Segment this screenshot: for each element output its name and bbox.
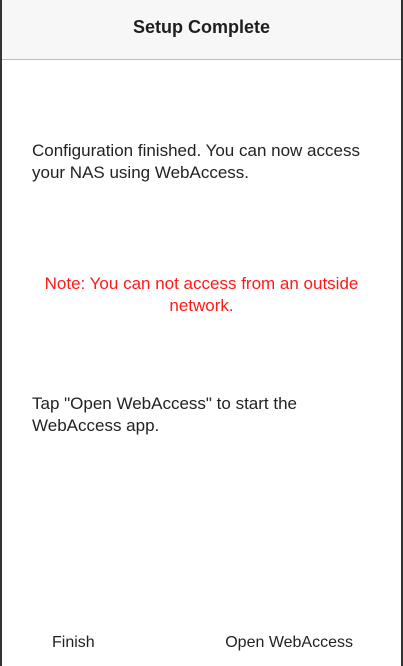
content-area: Configuration finished. You can now acce… <box>2 60 401 616</box>
open-webaccess-instruction: Tap "Open WebAccess" to start the WebAcc… <box>32 394 297 435</box>
navigation-bar: Setup Complete <box>2 0 401 60</box>
open-webaccess-button[interactable]: Open WebAccess <box>225 634 353 652</box>
page-title: Setup Complete <box>132 17 270 37</box>
finish-button[interactable]: Finish <box>52 634 95 652</box>
bottom-action-bar: Finish Open WebAccess <box>2 616 401 666</box>
configuration-message: Configuration finished. You can now acce… <box>32 141 360 182</box>
network-note: Note: You can not access from an outside… <box>44 274 359 315</box>
setup-complete-screen: Setup Complete Configuration finished. Y… <box>0 0 403 666</box>
